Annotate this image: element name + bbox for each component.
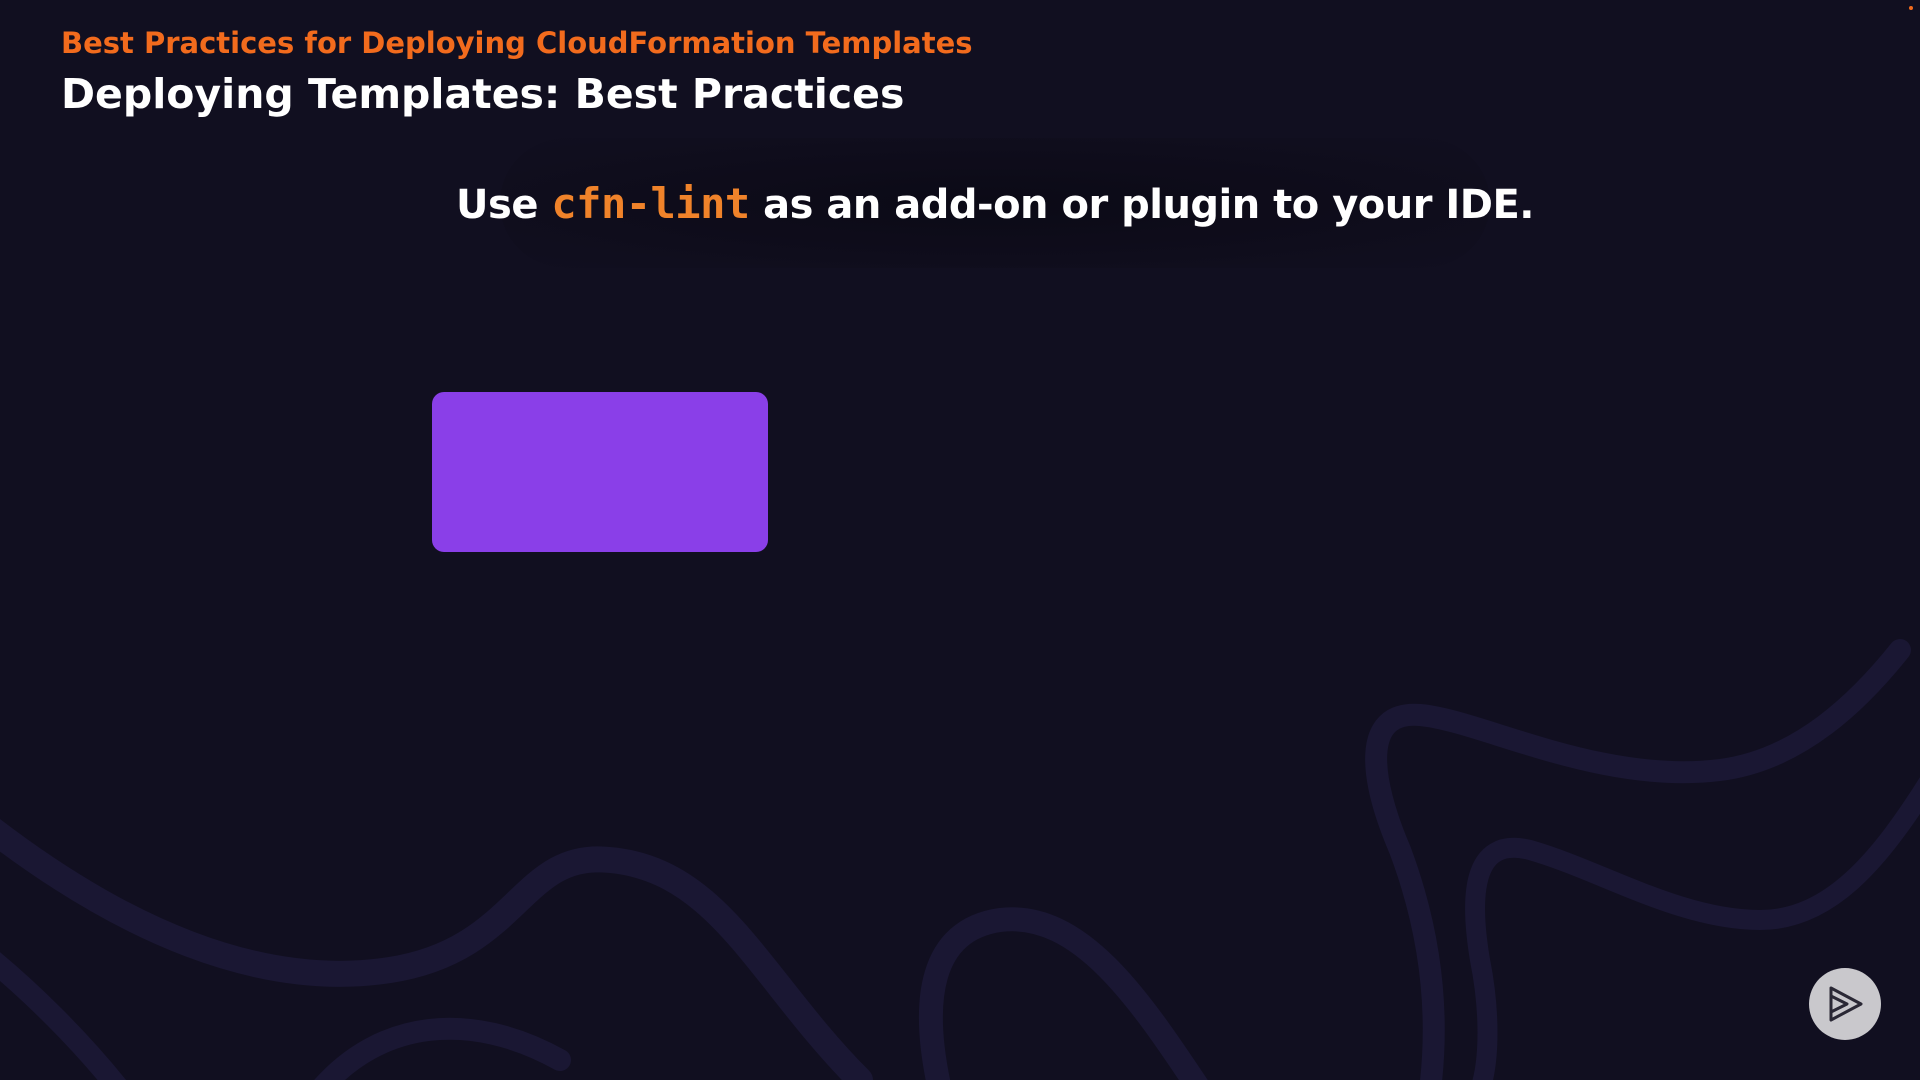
corner-indicator-dot — [1909, 6, 1913, 10]
slide-header: Best Practices for Deploying CloudFormat… — [61, 24, 973, 120]
play-triangle-icon — [1829, 986, 1863, 1022]
course-title: Best Practices for Deploying CloudFormat… — [61, 26, 973, 60]
callout-text: Use cfn-lint as an add-on or plugin to y… — [456, 179, 1534, 228]
purple-diagram-box — [432, 392, 768, 552]
callout-suffix: as an add-on or plugin to your IDE. — [749, 181, 1534, 228]
play-logo-icon — [1809, 968, 1881, 1040]
cfn-lint-code-term: cfn-lint — [551, 178, 750, 228]
callout-prefix: Use — [456, 181, 552, 228]
best-practice-callout: Use cfn-lint as an add-on or plugin to y… — [456, 138, 1534, 268]
slide-title: Deploying Templates: Best Practices — [61, 70, 905, 118]
